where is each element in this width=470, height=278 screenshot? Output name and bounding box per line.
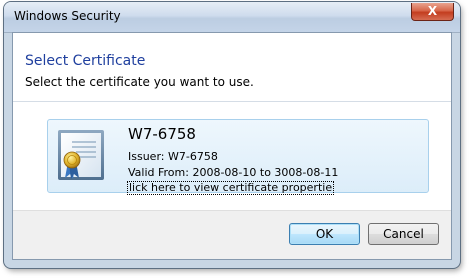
window-title: Windows Security [14, 9, 121, 23]
close-icon: X [427, 4, 438, 18]
dialog-heading: Select Certificate [25, 53, 146, 69]
certificate-name: W7-6758 [128, 125, 196, 143]
button-bar: OK Cancel [13, 210, 451, 259]
title-bar[interactable]: Windows Security X [4, 2, 460, 33]
divider [13, 101, 451, 102]
dialog-content: Select Certificate Select the certificat… [12, 32, 452, 260]
close-button[interactable]: X [411, 3, 454, 21]
dialog-instruction: Select the certificate you want to use. [25, 75, 254, 89]
certificate-issuer: Issuer: W7-6758 [128, 150, 218, 163]
ok-button[interactable]: OK [289, 223, 360, 245]
view-certificate-properties-link[interactable]: lick here to view certificate propertie [127, 181, 335, 195]
certificate-icon [58, 130, 104, 180]
cancel-button[interactable]: Cancel [368, 223, 439, 245]
certificate-tile[interactable]: W7-6758 Issuer: W7-6758 Valid From: 2008… [47, 119, 429, 195]
certificate-validity: Valid From: 2008-08-10 to 3008-08-11 [128, 166, 339, 179]
dialog-window: Windows Security X Select Certificate Se… [4, 2, 460, 268]
